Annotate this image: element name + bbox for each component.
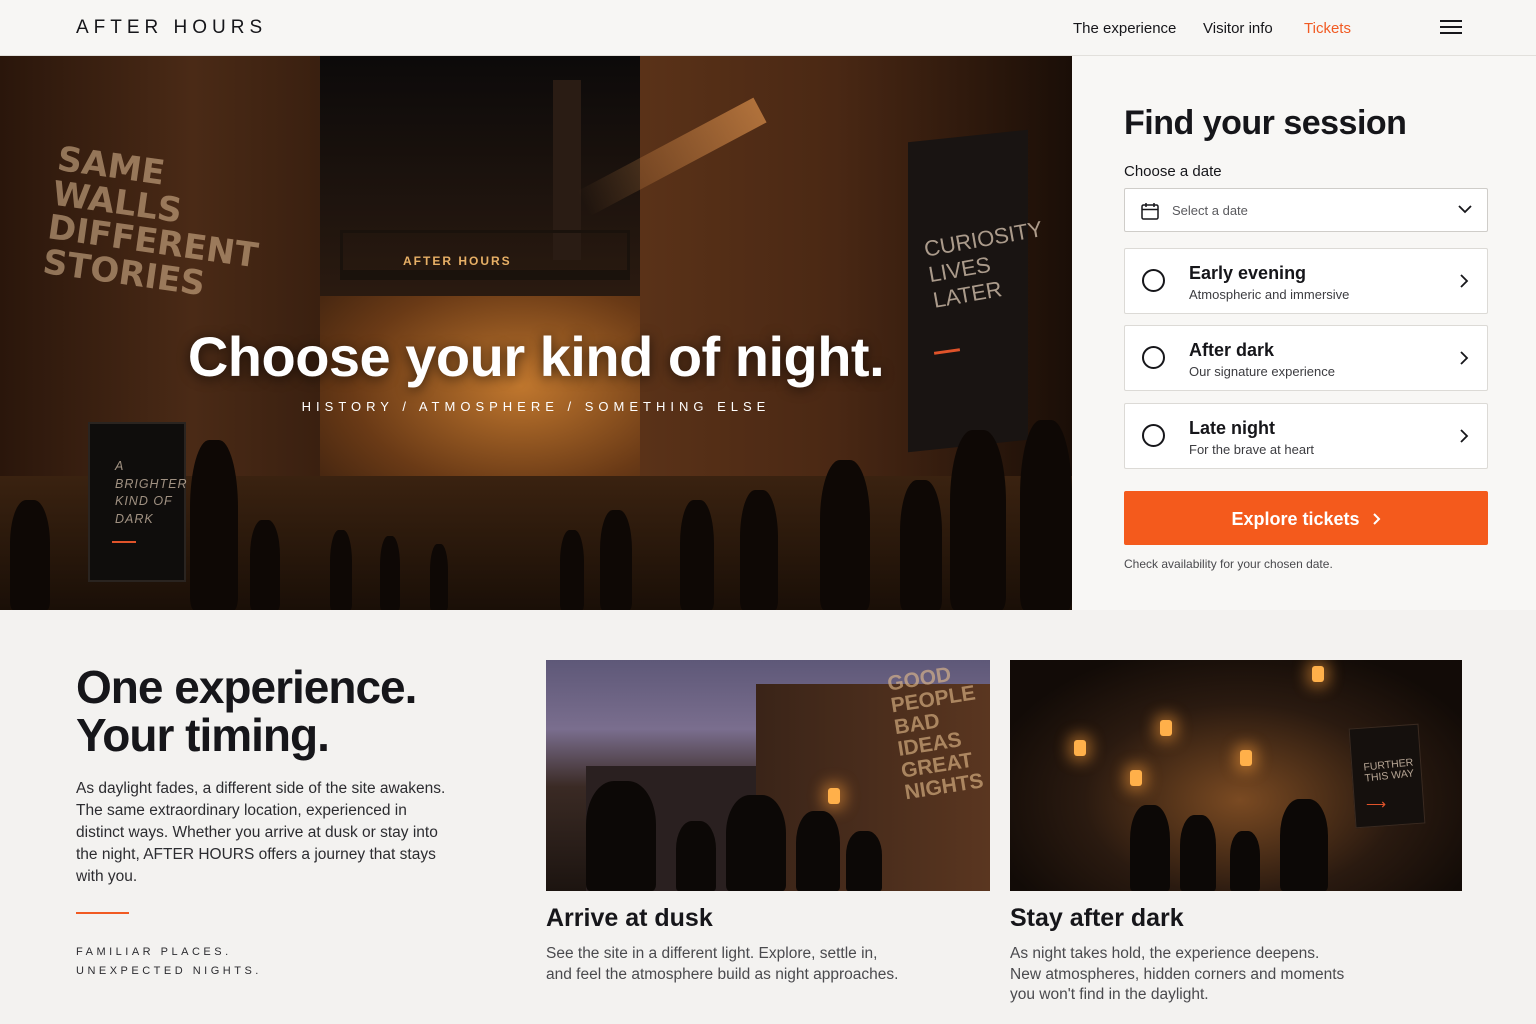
chevron-right-icon <box>1460 351 1469 365</box>
session-name: Late night <box>1189 418 1275 438</box>
chevron-right-icon <box>1460 429 1469 443</box>
chevron-down-icon <box>1458 205 1472 214</box>
site-header: AFTER HOURS The experience Visitor info … <box>0 0 1536 56</box>
availability-note: Check availability for your chosen date. <box>1124 557 1333 571</box>
radio-button[interactable] <box>1142 346 1165 369</box>
crowd-silhouettes <box>0 416 1072 610</box>
radio-button[interactable] <box>1142 424 1165 447</box>
session-desc: Our signature experience <box>1189 364 1335 379</box>
hero-tagline: HISTORY / ATMOSPHERE / SOMETHING ELSE <box>301 399 771 414</box>
radio-button[interactable] <box>1142 269 1165 292</box>
calendar-icon <box>1141 203 1159 220</box>
crowd-silhouettes <box>546 770 990 891</box>
hamburger-menu-icon[interactable] <box>1440 20 1464 36</box>
session-name: Early evening <box>1189 263 1307 283</box>
hero-title: Choose your kind of night. <box>187 325 885 388</box>
stay-after-dark-image[interactable]: FURTHER THIS WAY ⟶ <box>1010 660 1462 891</box>
card-title-dusk[interactable]: Arrive at dusk <box>546 904 713 933</box>
session-desc: Atmospheric and immersive <box>1189 287 1350 302</box>
chevron-right-icon <box>1460 274 1469 288</box>
session-option-after-dark[interactable]: After dark Our signature experience <box>1124 325 1488 391</box>
date-label: Choose a date <box>1124 163 1222 180</box>
session-desc: For the brave at heart <box>1189 442 1315 457</box>
brand-logo[interactable]: AFTER HOURS <box>76 17 267 39</box>
nav-tickets[interactable]: Tickets <box>1304 20 1351 37</box>
intro-tagline: FAMILIAR PLACES. UNEXPECTED NIGHTS. <box>76 946 262 977</box>
hero-image: SAME WALLS DIFFERENT STORIES CURIOSITY L… <box>0 56 1072 610</box>
intro-title: One experience. Your timing. <box>76 661 417 761</box>
intro-body: As daylight fades, a different side of t… <box>76 780 446 885</box>
accent-divider <box>76 912 129 914</box>
hero-wall-text: SAME WALLS DIFFERENT STORIES <box>40 139 261 305</box>
session-option-late-night[interactable]: Late night For the brave at heart <box>1124 403 1488 469</box>
crowd-silhouettes <box>1010 770 1462 891</box>
explore-tickets-button[interactable]: Explore tickets <box>1124 491 1488 545</box>
session-option-early-evening[interactable]: Early evening Atmospheric and immersive <box>1124 248 1488 314</box>
card-desc-after-dark: As night takes hold, the experience deep… <box>1010 945 1345 1003</box>
date-select[interactable]: Select a date <box>1124 188 1488 232</box>
chevron-right-icon <box>1372 513 1380 525</box>
booking-title: Find your session <box>1124 104 1407 142</box>
hero-badge: AFTER HOURS <box>403 254 512 268</box>
date-select-placeholder: Select a date <box>1172 203 1248 218</box>
nav-visitor-info[interactable]: Visitor info <box>1203 20 1273 37</box>
booking-panel: Find your session Choose a date Select a… <box>1072 56 1536 610</box>
card-desc-dusk: See the site in a different light. Explo… <box>546 945 899 983</box>
session-name: After dark <box>1189 340 1275 360</box>
explore-tickets-label: Explore tickets <box>1231 508 1360 529</box>
card-title-after-dark[interactable]: Stay after dark <box>1010 904 1184 933</box>
nav-the-experience[interactable]: The experience <box>1073 20 1176 37</box>
arrive-at-dusk-image[interactable]: GOOD PEOPLE BAD IDEAS GREAT NIGHTS <box>546 660 990 891</box>
